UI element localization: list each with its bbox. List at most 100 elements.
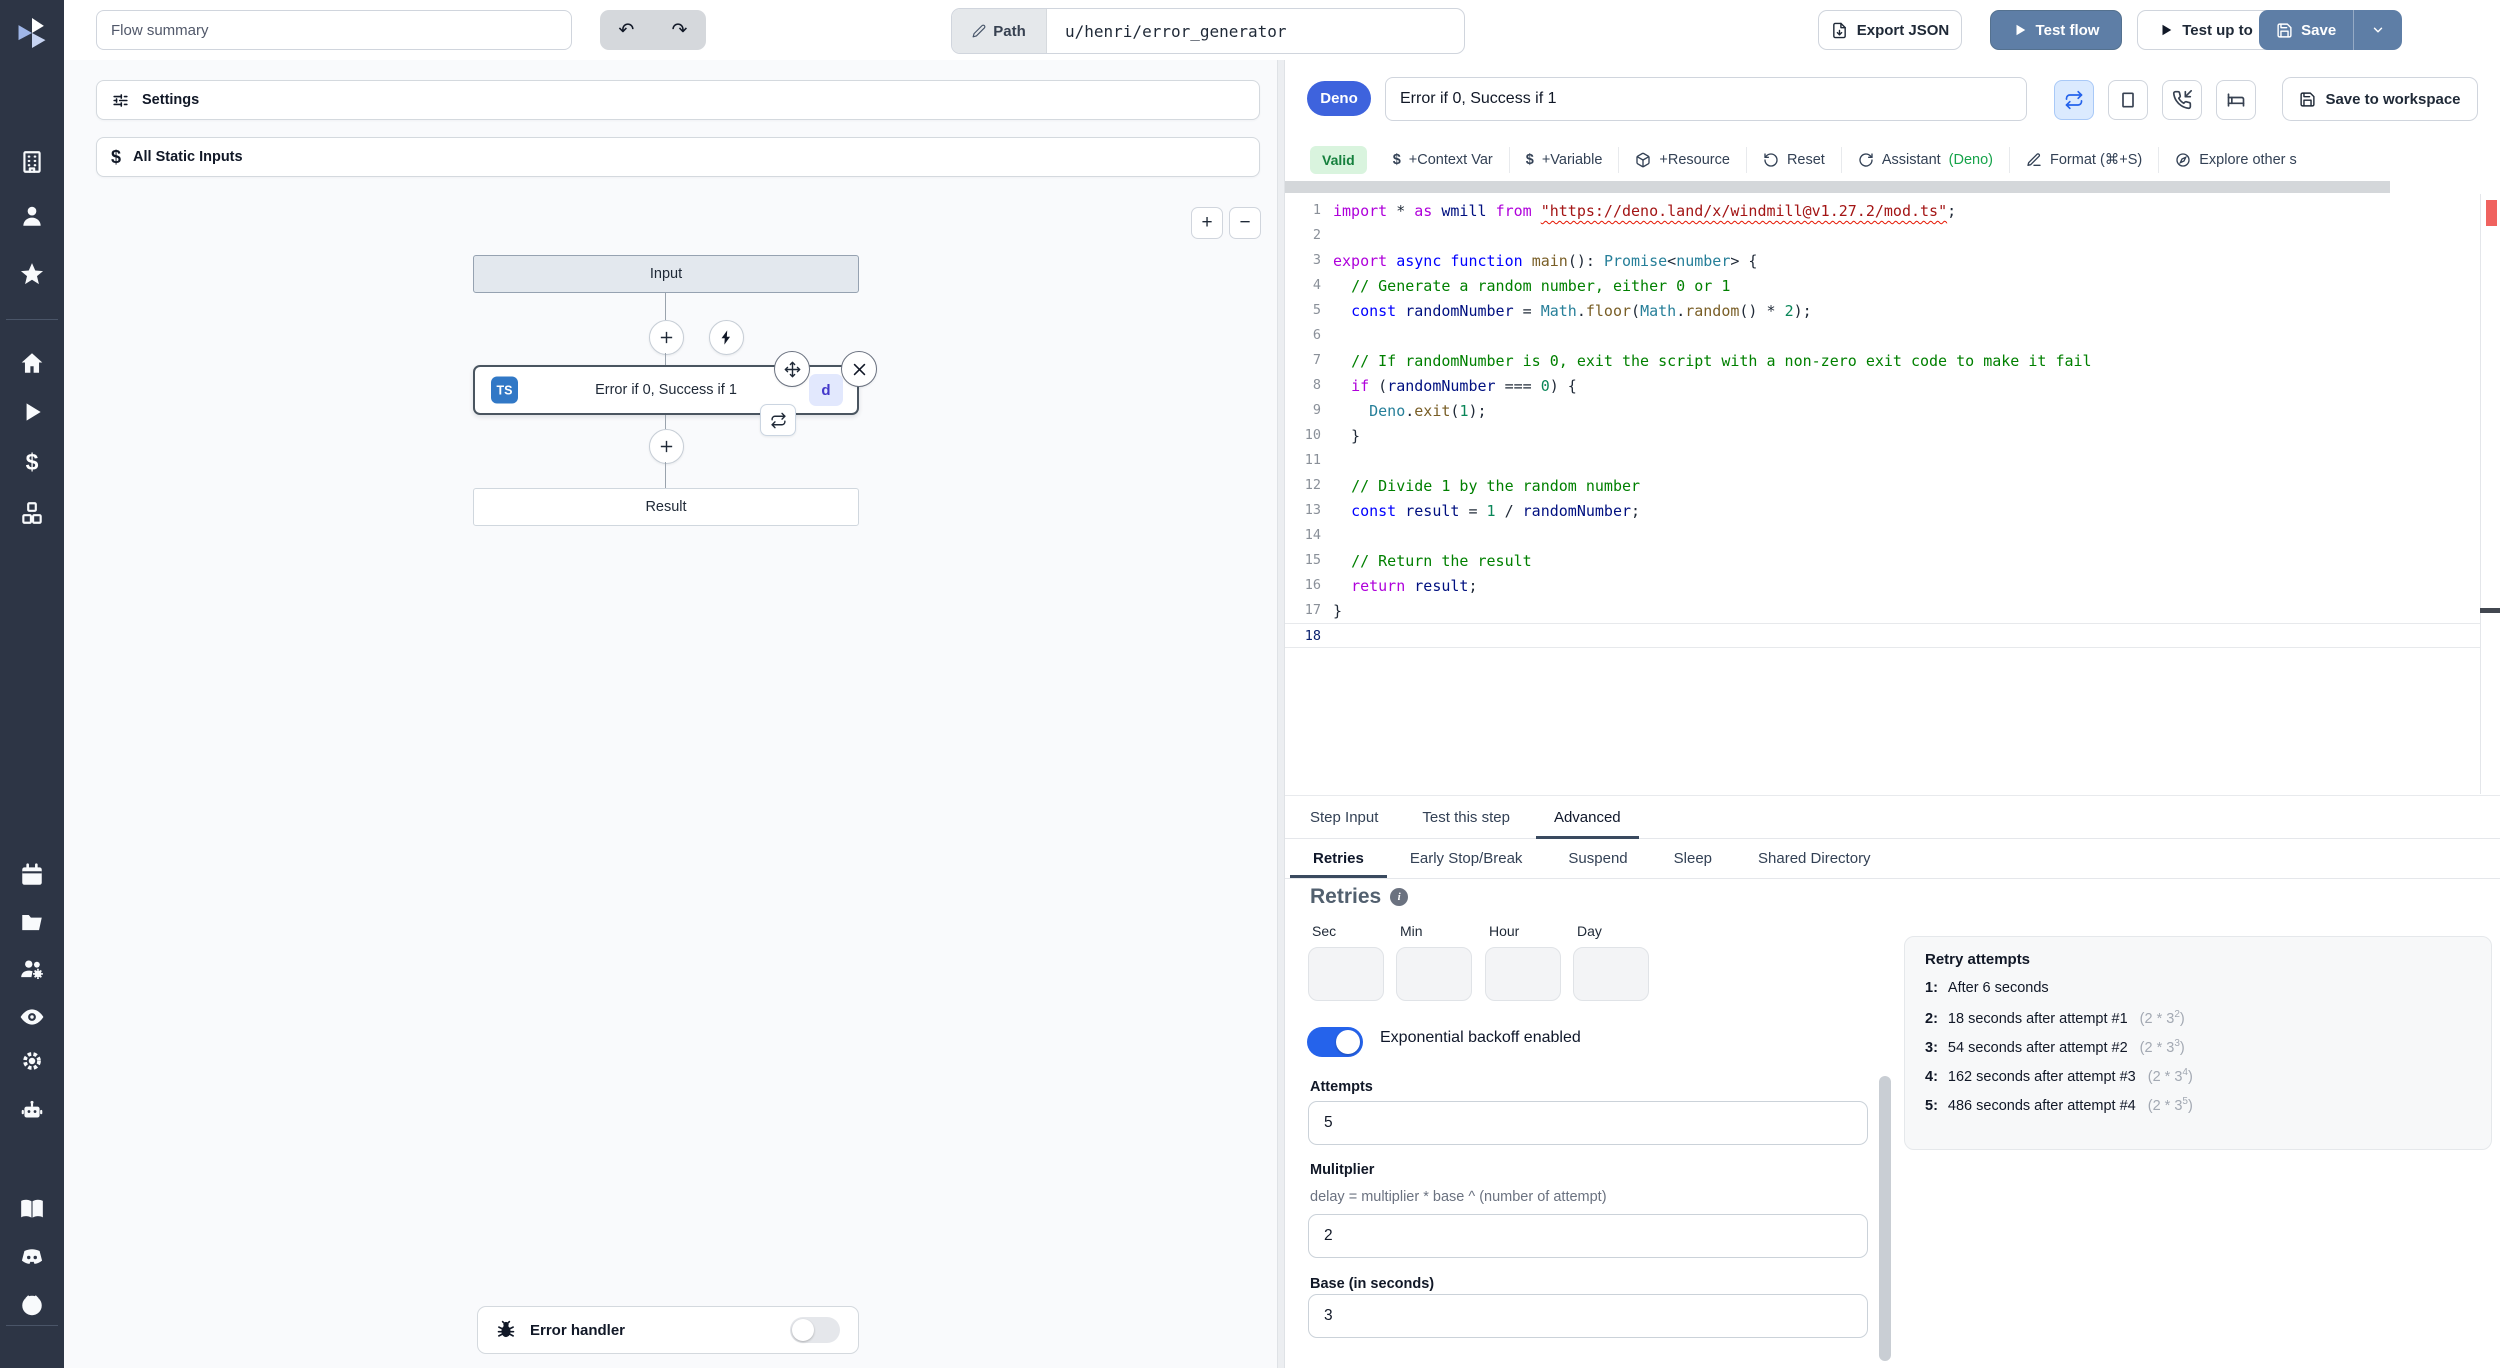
retry-sec-input[interactable] [1308,947,1384,1001]
subtab-retries[interactable]: Retries [1290,839,1387,878]
star-icon[interactable] [19,261,45,287]
retries-panel: Retries i Sec Min Hour Day Exponential back… [1285,879,2500,1368]
explore-scripts-button[interactable]: Explore other s [2158,147,2313,173]
move-step-button[interactable] [774,351,810,387]
step-title-input[interactable]: Error if 0, Success if 1 [1385,77,2027,121]
book-icon[interactable] [19,1196,45,1222]
retry-hour-input[interactable] [1485,947,1561,1001]
refresh-icon [1859,153,1873,167]
test-flow-button[interactable]: Test flow [1990,10,2122,50]
reset-button[interactable]: Reset [1745,147,1841,173]
windmill-logo-icon[interactable] [13,14,51,52]
user-icon[interactable] [19,203,45,229]
cubes-icon[interactable] [19,500,45,526]
package-icon [1636,152,1651,168]
subtab-sleep[interactable]: Sleep [1651,839,1735,878]
base-label: Base (in seconds) [1310,1276,1435,1292]
vertical-scrollbar[interactable] [1879,1076,1891,1361]
add-resource-button[interactable]: +Resource [1618,147,1746,173]
robot-icon[interactable] [19,1098,45,1124]
save-dropdown-button[interactable] [2353,10,2402,50]
format-button[interactable]: Format (⌘+S) [2009,147,2158,173]
box-button[interactable] [2108,80,2148,120]
play-icon[interactable] [19,399,45,425]
code-editor[interactable]: 1 import * as wmill from "https://deno.la… [1285,194,2500,794]
calendar-icon[interactable] [19,862,45,888]
bolt-icon [721,330,731,345]
attempts-input[interactable]: 5 [1308,1101,1868,1145]
github-icon[interactable] [19,1292,45,1318]
code-line: 15 // Return the result [1304,552,1532,570]
flow-summary-input[interactable]: Flow summary [96,10,572,50]
path-field[interactable]: Path u/henri/error_generator [951,8,1465,54]
error-handler-toggle[interactable] [790,1317,840,1343]
typescript-badge: TS [491,376,518,404]
insert-step-button[interactable] [649,320,684,355]
subtab-suspend[interactable]: Suspend [1545,839,1650,878]
code-line: 3 export async function main(): Promise<n… [1312,252,1758,270]
add-variable-button[interactable]: $ +Variable [1508,147,1619,173]
plus-icon [660,331,673,344]
step-editor-panel: Deno Error if 0, Success if 1 Save to wo… [1285,60,2500,1368]
path-label-pill: Path [952,9,1047,53]
save-button[interactable]: Save [2259,10,2353,50]
file-export-icon [1832,22,1846,38]
building-icon[interactable] [19,149,45,175]
exponential-backoff-toggle[interactable] [1307,1027,1363,1057]
multiplier-input[interactable]: 2 [1308,1214,1868,1258]
users-gear-icon[interactable] [19,956,45,982]
editor-drag-handle[interactable] [1285,181,2390,193]
folder-icon[interactable] [19,909,45,935]
tab-step-input[interactable]: Step Input [1292,796,1396,838]
assistant-button[interactable]: Assistant (Deno) [1840,147,2009,173]
code-line: 18 [1285,623,2480,648]
code-line: 13 const result = 1 / randomNumber; [1304,502,1641,520]
path-value[interactable]: u/henri/error_generator [1047,9,1287,53]
save-label: Save [2301,21,2337,39]
phone-incoming-button[interactable] [2162,80,2202,120]
code-line: 2 [1312,227,1321,243]
repeat-button[interactable] [2054,80,2094,120]
info-icon[interactable]: i [1390,888,1409,906]
flow-settings-button[interactable]: Settings [96,80,1260,120]
add-context-var-button[interactable]: $ +Context Var [1377,147,1509,173]
zoom-in-button[interactable]: + [1191,207,1223,239]
pen-icon [2027,153,2041,166]
tab-test-this-step[interactable]: Test this step [1404,796,1528,838]
retry-step-button[interactable] [760,404,796,436]
all-static-inputs-button[interactable]: $ All Static Inputs [96,137,1260,177]
redo-button[interactable]: ↷ [653,10,706,50]
flow-input-node[interactable]: Input [473,255,859,293]
edge-line [665,415,666,429]
retry-day-input[interactable] [1573,947,1649,1001]
tab-advanced[interactable]: Advanced [1535,796,1639,839]
base-input[interactable]: 3 [1308,1294,1868,1338]
flow-result-node[interactable]: Result [473,488,859,526]
subtab-shared-directory[interactable]: Shared Directory [1735,839,1894,878]
subtab-early-stop-break[interactable]: Early Stop/Break [1387,839,1546,878]
eye-icon[interactable] [19,1004,45,1030]
home-icon[interactable] [19,350,45,376]
retry-day-label: Day [1577,923,1602,939]
dollar-icon[interactable]: $ [19,449,45,475]
save-to-workspace-button[interactable]: Save to workspace [2282,77,2478,121]
panel-splitter[interactable] [1277,60,1285,1368]
retry-attempts-list: 1: After 6 seconds 2: 18 seconds after atte… [1925,980,2471,1125]
advanced-subtabs: Retries Early Stop/Break Suspend Sleep Share… [1285,839,2500,879]
discord-icon[interactable] [19,1244,45,1270]
bed-button[interactable] [2216,80,2256,120]
delete-step-button[interactable] [841,351,877,387]
edge-line [665,462,666,488]
gear-icon[interactable] [19,1048,45,1074]
retry-attempt-row: 5: 486 seconds after attempt #4 (2 * 35) [1925,1096,2193,1114]
retry-formula: (2 * 35) [2147,1096,2193,1114]
flow-canvas[interactable]: + − Input TS Error if 0, Success if 1 d [64,180,1277,1368]
dollar-icon: $ [1392,152,1401,168]
trigger-bolt-button[interactable] [709,320,744,355]
zoom-out-button[interactable]: − [1229,207,1261,239]
repeat-icon [770,412,786,428]
insert-step-button[interactable] [649,429,684,464]
undo-button[interactable]: ↶ [600,10,653,50]
export-json-button[interactable]: Export JSON [1818,10,1962,50]
retry-min-input[interactable] [1396,947,1472,1001]
